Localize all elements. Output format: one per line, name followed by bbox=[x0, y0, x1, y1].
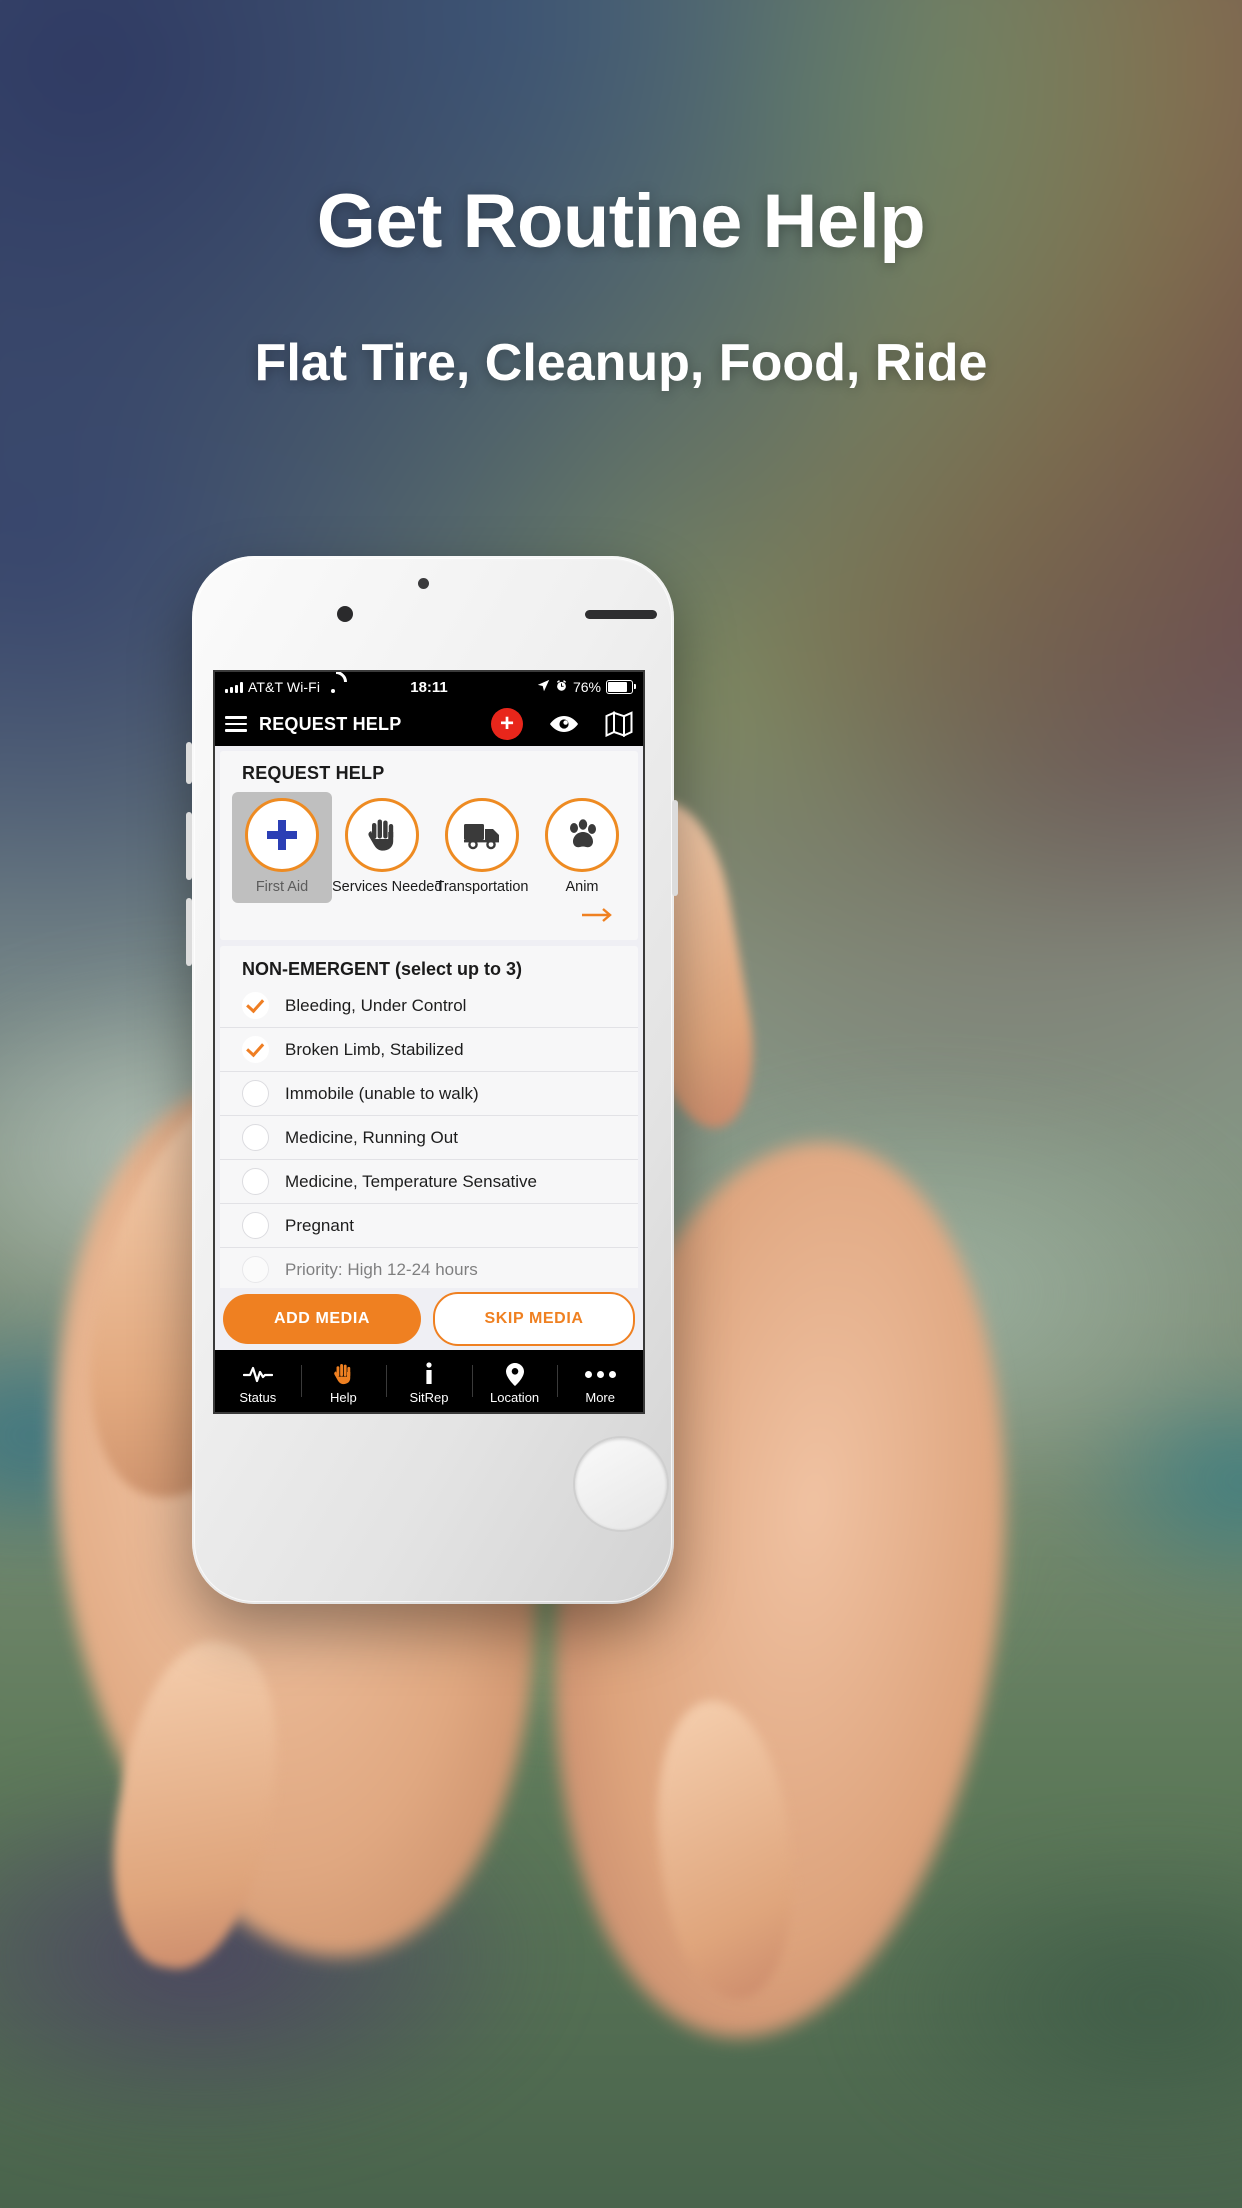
checkbox-checked-icon[interactable] bbox=[242, 992, 269, 1019]
eye-icon[interactable] bbox=[549, 715, 579, 733]
pulse-waveform-icon bbox=[215, 1361, 301, 1387]
skip-media-button[interactable]: SKIP MEDIA bbox=[433, 1292, 635, 1346]
map-pin-icon bbox=[472, 1361, 558, 1387]
checkbox-unchecked-icon[interactable] bbox=[242, 1124, 269, 1151]
category-item-animals[interactable]: Anim bbox=[532, 792, 632, 903]
add-media-button[interactable]: ADD MEDIA bbox=[223, 1294, 421, 1344]
front-camera bbox=[337, 606, 353, 622]
category-card-title: REQUEST HELP bbox=[242, 763, 385, 783]
bottom-tab-bar: Status Help SitRep Location More bbox=[215, 1350, 643, 1412]
checklist-item-label: Pregnant bbox=[285, 1215, 354, 1235]
category-label: First Aid bbox=[255, 879, 309, 895]
checkbox-unchecked-icon[interactable] bbox=[242, 1168, 269, 1195]
checklist-item[interactable]: Pregnant bbox=[220, 1204, 638, 1248]
non-emergent-checklist-card: NON-EMERGENT (select up to 3) Bleeding, … bbox=[220, 946, 638, 1293]
checklist-item-label: Immobile (unable to walk) bbox=[285, 1083, 479, 1103]
location-arrow-icon bbox=[537, 679, 550, 695]
carrier-label: AT&T Wi-Fi bbox=[248, 679, 321, 695]
category-label: Services Needed bbox=[332, 879, 443, 895]
checklist-item-label: Medicine, Temperature Sensative bbox=[285, 1171, 537, 1191]
category-scroller[interactable]: First Aid Services Needed Transportation… bbox=[220, 792, 638, 903]
tab-more[interactable]: More bbox=[557, 1357, 643, 1405]
alarm-clock-icon bbox=[555, 679, 568, 695]
checklist-item-label: Medicine, Running Out bbox=[285, 1127, 458, 1147]
open-hand-icon bbox=[301, 1361, 387, 1387]
checkbox-unchecked-icon[interactable] bbox=[242, 1256, 269, 1283]
checklist-title: NON-EMERGENT (select up to 3) bbox=[242, 959, 523, 979]
category-label: Anim bbox=[565, 879, 599, 895]
tab-label: Help bbox=[330, 1390, 357, 1405]
status-bar-right: 76% bbox=[537, 679, 636, 695]
promo-headline: Get Routine Help bbox=[316, 179, 926, 264]
info-icon bbox=[386, 1361, 472, 1387]
paw-print-icon bbox=[545, 798, 619, 872]
category-label: Transportation bbox=[435, 879, 529, 895]
wifi-icon bbox=[325, 681, 341, 693]
truck-icon bbox=[445, 798, 519, 872]
battery-icon bbox=[606, 680, 636, 694]
promo-subheadline: Flat Tire, Cleanup, Food, Ride bbox=[254, 334, 988, 392]
mute-switch[interactable] bbox=[186, 742, 192, 784]
proximity-sensor bbox=[418, 578, 429, 589]
category-item-services-needed[interactable]: Services Needed bbox=[332, 792, 443, 903]
phone-screen: AT&T Wi-Fi 18:11 76% REQUEST HELP + REQU… bbox=[215, 672, 643, 1412]
checklist-item[interactable]: Immobile (unable to walk) bbox=[220, 1072, 638, 1116]
category-item-first-aid[interactable]: First Aid bbox=[232, 792, 332, 903]
tab-label: Location bbox=[490, 1390, 540, 1405]
tab-sitrep[interactable]: SitRep bbox=[386, 1357, 472, 1405]
battery-percent-label: 76% bbox=[572, 679, 601, 695]
checklist-item-label: Bleeding, Under Control bbox=[285, 995, 467, 1015]
tab-label: SitRep bbox=[409, 1390, 449, 1405]
tab-label: Status bbox=[239, 1390, 277, 1405]
request-help-category-card: REQUEST HELP First Aid Services Needed T… bbox=[220, 751, 638, 940]
tab-status[interactable]: Status bbox=[215, 1357, 301, 1405]
checkbox-unchecked-icon[interactable] bbox=[242, 1212, 269, 1239]
first-aid-plus-icon bbox=[245, 798, 319, 872]
tab-help[interactable]: Help bbox=[300, 1357, 387, 1405]
volume-up-button[interactable] bbox=[186, 812, 192, 880]
volume-down-button[interactable] bbox=[186, 898, 192, 966]
checklist-item[interactable]: Medicine, Running Out bbox=[220, 1116, 638, 1160]
earpiece-speaker bbox=[585, 610, 657, 619]
category-item-transportation[interactable]: Transportation bbox=[432, 792, 532, 903]
tab-label: More bbox=[585, 1390, 615, 1405]
checkbox-checked-icon[interactable] bbox=[242, 1036, 269, 1063]
checklist-item-label: Priority: High 12-24 hours bbox=[285, 1259, 478, 1279]
checklist-item[interactable]: Bleeding, Under Control bbox=[220, 984, 638, 1028]
checklist-item-label: Broken Limb, Stabilized bbox=[285, 1039, 464, 1059]
arrow-right-icon bbox=[582, 908, 612, 922]
category-next-arrow[interactable] bbox=[220, 903, 638, 940]
ellipsis-icon bbox=[557, 1361, 643, 1387]
status-bar-left: AT&T Wi-Fi bbox=[225, 679, 341, 695]
map-icon[interactable] bbox=[605, 711, 633, 737]
app-navbar: REQUEST HELP + bbox=[215, 702, 643, 746]
power-button[interactable] bbox=[672, 800, 678, 896]
signal-bars-icon bbox=[225, 681, 243, 693]
status-bar: AT&T Wi-Fi 18:11 76% bbox=[215, 672, 643, 702]
hamburger-menu-icon[interactable] bbox=[225, 716, 247, 732]
open-hand-icon bbox=[345, 798, 419, 872]
tab-location[interactable]: Location bbox=[471, 1357, 558, 1405]
sos-plus-icon[interactable]: + bbox=[491, 708, 523, 740]
media-action-bar: ADD MEDIA SKIP MEDIA bbox=[215, 1288, 643, 1350]
page-title: REQUEST HELP bbox=[259, 713, 402, 734]
checklist-item[interactable]: Priority: High 12-24 hours bbox=[220, 1248, 638, 1291]
home-button[interactable] bbox=[573, 1436, 669, 1532]
checklist-item[interactable]: Broken Limb, Stabilized bbox=[220, 1028, 638, 1072]
checklist-item[interactable]: Medicine, Temperature Sensative bbox=[220, 1160, 638, 1204]
checkbox-unchecked-icon[interactable] bbox=[242, 1080, 269, 1107]
status-bar-clock: 18:11 bbox=[410, 678, 448, 696]
navbar-actions: + bbox=[491, 708, 633, 740]
